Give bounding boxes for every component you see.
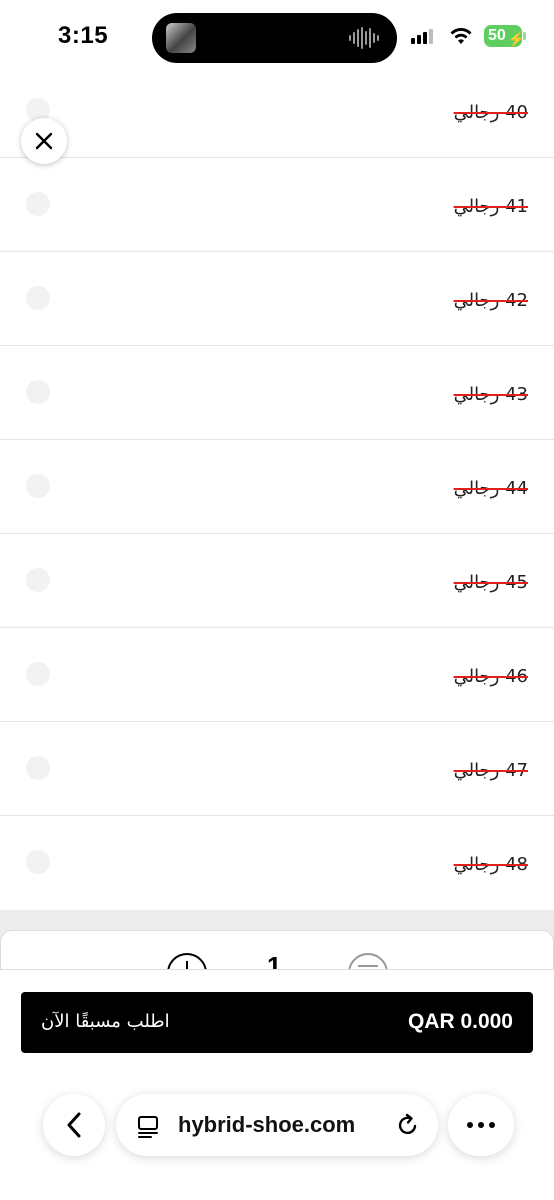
url-text[interactable]: hybrid-shoe.com bbox=[178, 1112, 355, 1138]
size-option-row[interactable]: 44 رجالي bbox=[0, 440, 554, 534]
size-option-row[interactable]: 40 رجالي bbox=[0, 64, 554, 158]
wifi-icon bbox=[450, 28, 472, 44]
battery-percent: 50 bbox=[488, 27, 506, 44]
size-option-label: 45 رجالي bbox=[453, 572, 528, 593]
size-radio[interactable] bbox=[26, 286, 50, 310]
increase-quantity-button[interactable] bbox=[167, 953, 207, 969]
size-option-row[interactable]: 48 رجالي bbox=[0, 816, 554, 910]
close-button[interactable] bbox=[21, 118, 67, 164]
battery-indicator: 50 ⚡ bbox=[484, 25, 525, 47]
more-dot-icon bbox=[467, 1122, 473, 1128]
reload-icon[interactable] bbox=[396, 1113, 420, 1137]
size-option-row[interactable]: 41 رجالي bbox=[0, 158, 554, 252]
now-playing-thumbnail bbox=[166, 23, 196, 53]
size-option-row[interactable]: 46 رجالي bbox=[0, 628, 554, 722]
more-options-button[interactable] bbox=[448, 1094, 514, 1156]
size-option-label: 43 رجالي bbox=[453, 384, 528, 405]
preorder-button[interactable]: اطلب مسبقًا الآن QAR 0.000 bbox=[21, 992, 533, 1053]
size-radio[interactable] bbox=[26, 474, 50, 498]
size-radio[interactable] bbox=[26, 568, 50, 592]
quantity-stepper: 1 bbox=[0, 930, 554, 970]
size-option-label: 44 رجالي bbox=[453, 478, 528, 499]
address-bar[interactable]: hybrid-shoe.com bbox=[116, 1094, 438, 1156]
battery-nub bbox=[523, 32, 526, 40]
size-option-list: 40 رجالي 41 رجالي 42 رجالي 43 رجالي 44 ر… bbox=[0, 64, 554, 910]
dynamic-island[interactable] bbox=[152, 13, 397, 63]
cellular-signal-icon bbox=[411, 29, 433, 44]
close-icon bbox=[35, 132, 53, 150]
status-time: 3:15 bbox=[58, 22, 109, 49]
audio-waveform-icon bbox=[349, 27, 379, 49]
back-button[interactable] bbox=[43, 1094, 105, 1156]
size-radio[interactable] bbox=[26, 662, 50, 686]
size-radio[interactable] bbox=[26, 756, 50, 780]
size-option-row[interactable]: 43 رجالي bbox=[0, 346, 554, 440]
more-dot-icon bbox=[478, 1122, 484, 1128]
size-option-label: 46 رجالي bbox=[453, 666, 528, 687]
more-dot-icon bbox=[489, 1122, 495, 1128]
size-option-label: 48 رجالي bbox=[453, 854, 528, 875]
size-option-row[interactable]: 47 رجالي bbox=[0, 722, 554, 816]
size-radio[interactable] bbox=[26, 192, 50, 216]
size-option-label: 42 رجالي bbox=[453, 290, 528, 311]
size-option-label: 40 رجالي bbox=[453, 102, 528, 123]
size-radio[interactable] bbox=[26, 380, 50, 404]
quantity-value: 1 bbox=[267, 951, 282, 970]
chevron-left-icon bbox=[67, 1112, 81, 1138]
price-value: QAR 0.000 bbox=[407, 1010, 513, 1033]
page-menu-icon[interactable] bbox=[136, 1114, 160, 1138]
size-option-label: 47 رجالي bbox=[453, 760, 528, 781]
decrease-quantity-button[interactable] bbox=[348, 953, 388, 969]
size-radio[interactable] bbox=[26, 850, 50, 874]
size-option-label: 41 رجالي bbox=[453, 196, 528, 217]
size-option-row[interactable]: 42 رجالي bbox=[0, 252, 554, 346]
size-option-row[interactable]: 45 رجالي bbox=[0, 534, 554, 628]
preorder-label: اطلب مسبقًا الآن bbox=[41, 1011, 170, 1032]
